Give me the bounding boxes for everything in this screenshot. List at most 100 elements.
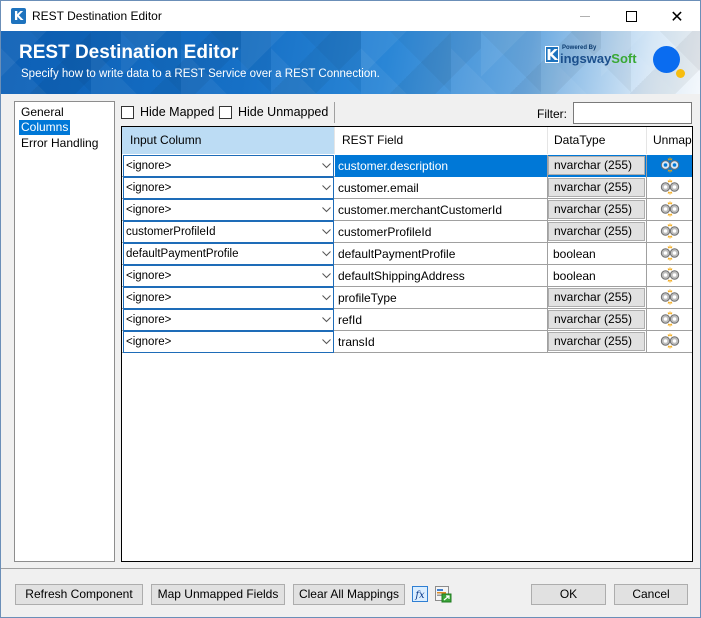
- refresh-component-button[interactable]: Refresh Component: [15, 584, 143, 605]
- rest-field-cell[interactable]: customer.description: [335, 155, 548, 177]
- rest-field-cell[interactable]: defaultShippingAddress: [335, 265, 548, 287]
- datatype-value[interactable]: nvarchar (255): [548, 288, 645, 307]
- chevron-down-icon[interactable]: [319, 156, 333, 176]
- input-column-value: <ignore>: [126, 336, 172, 348]
- rest-destination-editor-window: K REST Destination Editor ✕ REST Destina…: [0, 0, 701, 618]
- rest-field-cell[interactable]: customer.email: [335, 177, 548, 199]
- maximize-icon: [625, 10, 637, 22]
- filter-input[interactable]: [573, 102, 692, 124]
- maximize-button[interactable]: [608, 1, 654, 31]
- input-column-cell: <ignore>: [122, 287, 335, 309]
- sidebar-item-columns[interactable]: Columns: [19, 120, 71, 135]
- expression-fx-button[interactable]: fx: [411, 585, 429, 603]
- sidebar-nav: General Columns Error Handling: [14, 101, 115, 562]
- sidebar-item-error-handling[interactable]: Error Handling: [19, 136, 100, 151]
- hide-unmapped-checkbox-box[interactable]: [219, 105, 232, 119]
- datatype-value[interactable]: nvarchar (255): [548, 332, 645, 351]
- input-column-select[interactable]: customerProfileId: [123, 221, 334, 243]
- ok-button[interactable]: OK: [531, 584, 606, 605]
- datatype-value[interactable]: nvarchar (255): [548, 178, 645, 197]
- cancel-button[interactable]: Cancel: [614, 584, 688, 605]
- datatype-value[interactable]: nvarchar (255): [548, 200, 645, 219]
- input-column-select[interactable]: <ignore>: [123, 199, 334, 221]
- product-logo-dot-icon: [653, 46, 680, 73]
- unmap-button[interactable]: [647, 199, 692, 221]
- table-row[interactable]: <ignore> customer.email nvarchar (255): [122, 177, 692, 199]
- table-row[interactable]: defaultPaymentProfile defaultPaymentProfi…: [122, 243, 692, 265]
- chevron-down-icon[interactable]: [319, 332, 333, 352]
- datatype-value: boolean: [553, 247, 596, 261]
- fx-icon: fx: [412, 586, 428, 602]
- minimize-button[interactable]: [562, 1, 608, 31]
- column-header-unmap[interactable]: Unmap: [647, 127, 692, 154]
- input-column-select[interactable]: <ignore>: [123, 177, 334, 199]
- datatype-value[interactable]: nvarchar (255): [548, 222, 645, 241]
- unmap-button[interactable]: [647, 155, 692, 177]
- chevron-down-icon[interactable]: [319, 310, 333, 330]
- input-column-select[interactable]: <ignore>: [123, 309, 334, 331]
- unmap-button[interactable]: [647, 243, 692, 265]
- table-row[interactable]: <ignore> transId nvarchar (255): [122, 331, 692, 353]
- input-column-cell: <ignore>: [122, 177, 335, 199]
- datatype-value[interactable]: nvarchar (255): [548, 156, 645, 175]
- input-column-select[interactable]: <ignore>: [123, 265, 334, 287]
- brand-name-part1: ingsway: [560, 51, 612, 66]
- input-column-cell: <ignore>: [122, 309, 335, 331]
- input-column-value: <ignore>: [126, 292, 172, 304]
- unmap-button[interactable]: [647, 309, 692, 331]
- column-mapping-export-button[interactable]: [434, 585, 452, 603]
- chevron-down-icon[interactable]: [319, 288, 333, 308]
- unlink-icon: [659, 179, 681, 198]
- chevron-down-icon[interactable]: [319, 266, 333, 286]
- input-column-select[interactable]: <ignore>: [123, 331, 334, 353]
- hide-mapped-label: Hide Mapped: [140, 105, 215, 119]
- table-row[interactable]: customerProfileId customerProfileId nvarch…: [122, 221, 692, 243]
- input-column-cell: <ignore>: [122, 331, 335, 353]
- column-header-rest-field[interactable]: REST Field: [335, 127, 548, 154]
- hide-mapped-checkbox[interactable]: Hide Mapped: [121, 105, 214, 119]
- unmap-button[interactable]: [647, 331, 692, 353]
- hide-unmapped-checkbox[interactable]: Hide Unmapped: [219, 105, 328, 119]
- banner-subtitle: Specify how to write data to a REST Serv…: [21, 68, 380, 80]
- input-column-value: customerProfileId: [126, 226, 216, 238]
- table-export-icon: [435, 586, 452, 603]
- close-button[interactable]: ✕: [654, 1, 700, 31]
- table-row[interactable]: <ignore> customer.description nvarchar (25…: [122, 155, 692, 177]
- chevron-down-icon[interactable]: [319, 200, 333, 220]
- unmap-button[interactable]: [647, 265, 692, 287]
- input-column-select[interactable]: <ignore>: [123, 155, 334, 177]
- product-logo-small-dot-icon: [676, 69, 685, 78]
- rest-field-cell[interactable]: profileType: [335, 287, 548, 309]
- unmap-button[interactable]: [647, 177, 692, 199]
- unmap-button[interactable]: [647, 221, 692, 243]
- column-header-datatype[interactable]: DataType: [548, 127, 647, 154]
- rest-field-cell[interactable]: defaultPaymentProfile: [335, 243, 548, 265]
- rest-field-cell[interactable]: refId: [335, 309, 548, 331]
- datatype-cell: boolean: [548, 243, 647, 265]
- chevron-down-icon[interactable]: [319, 222, 333, 242]
- map-unmapped-fields-button[interactable]: Map Unmapped Fields: [151, 584, 285, 605]
- clear-all-mappings-button[interactable]: Clear All Mappings: [293, 584, 405, 605]
- column-header-input-column[interactable]: Input Column: [122, 127, 335, 154]
- rest-field-cell[interactable]: transId: [335, 331, 548, 353]
- table-row[interactable]: <ignore> customer.merchantCustomerId nvarc…: [122, 199, 692, 221]
- datatype-value[interactable]: nvarchar (255): [548, 310, 645, 329]
- brand-name-part2: Soft: [611, 51, 637, 66]
- rest-field-cell[interactable]: customer.merchantCustomerId: [335, 199, 548, 221]
- table-row[interactable]: <ignore> refId nvarchar (255): [122, 309, 692, 331]
- input-column-cell: <ignore>: [122, 199, 335, 221]
- column-mapping-grid: Input Column REST Field DataType Unmap <…: [121, 126, 693, 562]
- chevron-down-icon[interactable]: [319, 178, 333, 198]
- input-column-value: <ignore>: [126, 160, 172, 172]
- input-column-select[interactable]: defaultPaymentProfile: [123, 243, 334, 265]
- datatype-cell: nvarchar (255): [548, 221, 647, 243]
- hide-mapped-checkbox-box[interactable]: [121, 105, 134, 119]
- rest-field-cell[interactable]: customerProfileId: [335, 221, 548, 243]
- unmap-button[interactable]: [647, 287, 692, 309]
- chevron-down-icon[interactable]: [319, 244, 333, 264]
- kingswaysoft-k-icon: K: [545, 46, 559, 64]
- input-column-select[interactable]: <ignore>: [123, 287, 334, 309]
- table-row[interactable]: <ignore> profileType nvarchar (255): [122, 287, 692, 309]
- sidebar-item-general[interactable]: General: [19, 105, 66, 120]
- table-row[interactable]: <ignore> defaultShippingAddress boolean: [122, 265, 692, 287]
